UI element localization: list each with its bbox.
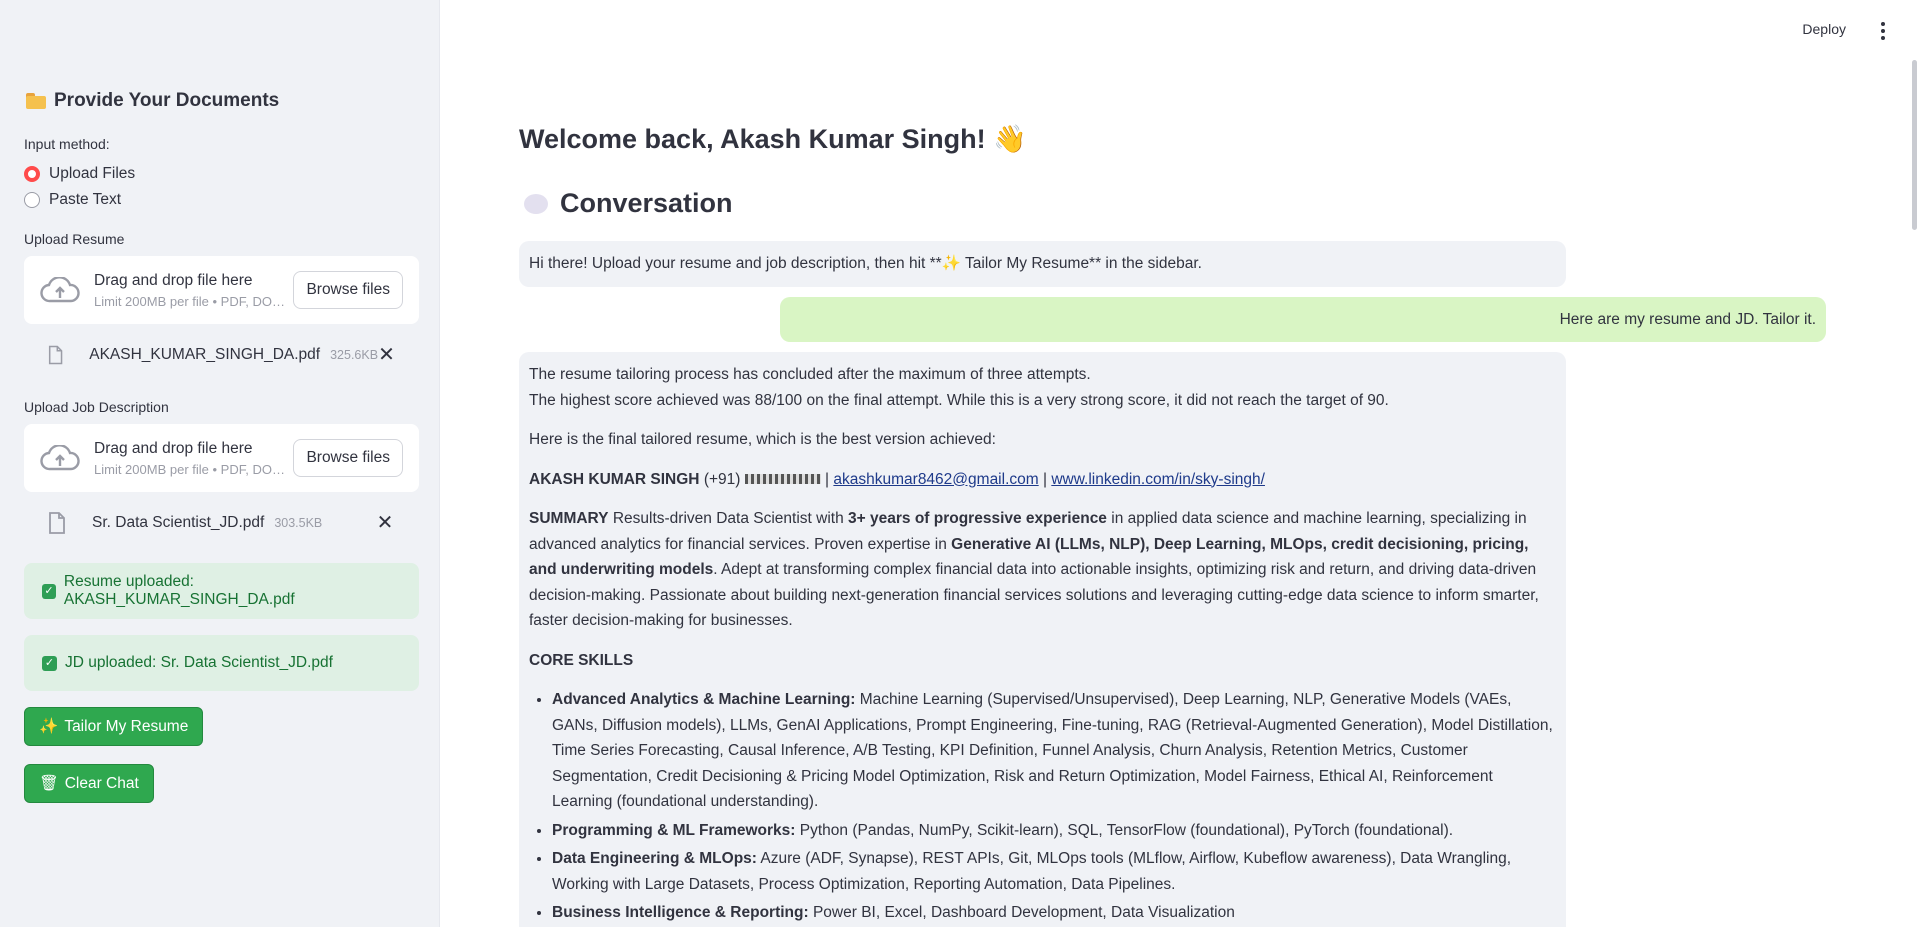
file-name: AKASH_KUMAR_SINGH_DA.pdf bbox=[89, 346, 321, 363]
skill-label: Business Intelligence & Reporting: bbox=[552, 904, 809, 921]
message-intro: Here is the final tailored resume, which… bbox=[529, 431, 996, 448]
linkedin-link[interactable]: www.linkedin.com/in/sky-singh/ bbox=[1051, 471, 1265, 488]
file-size: 325.6KB bbox=[330, 348, 379, 362]
dropzone-text: Drag and drop file here Limit 200MB per … bbox=[94, 440, 293, 477]
file-size: 303.5KB bbox=[274, 516, 323, 530]
assistant-message: Hi there! Upload your resume and job des… bbox=[519, 241, 1566, 287]
message-line: The highest score achieved was 88/100 on… bbox=[529, 391, 1389, 409]
check-icon: ✓ bbox=[42, 583, 56, 599]
sparkles-icon: ✨ bbox=[39, 718, 59, 735]
sidebar-title: Provide Your Documents bbox=[26, 90, 279, 112]
button-label: Clear Chat bbox=[64, 774, 139, 792]
close-icon[interactable]: ✕ bbox=[375, 513, 395, 533]
app-root: Provide Your Documents Input method: Upl… bbox=[0, 0, 1919, 927]
skill-label: Programming & ML Frameworks: bbox=[552, 821, 796, 839]
resume-name: AKASH KUMAR SINGH bbox=[529, 470, 700, 488]
success-text: Resume uploaded: AKASH_KUMAR_SINGH_DA.pd… bbox=[63, 573, 295, 608]
dropzone-main-text: Drag and drop file here bbox=[94, 439, 253, 457]
file-icon bbox=[48, 345, 63, 365]
check-icon: ✓ bbox=[42, 655, 57, 671]
welcome-heading: Welcome back, Akash Kumar Singh! 👋 bbox=[519, 124, 1027, 154]
list-item: Data Engineering & MLOps: Azure (ADF, Sy… bbox=[552, 846, 1556, 897]
jd-file-item: Sr. Data Scientist_JD.pdf 303.5KB ✕ bbox=[24, 503, 419, 543]
folder-icon bbox=[26, 93, 46, 109]
list-item: Advanced Analytics & Machine Learning: M… bbox=[552, 687, 1556, 815]
button-label: Tailor My Resume bbox=[64, 717, 189, 735]
redacted-phone bbox=[744, 474, 821, 485]
upload-resume-label: Upload Resume bbox=[24, 231, 125, 247]
skill-label: Data Engineering & MLOps: bbox=[552, 850, 757, 867]
tailor-resume-button[interactable]: ✨ Tailor My Resume bbox=[24, 707, 204, 746]
list-item: Programming & ML Frameworks: Python (Pan… bbox=[552, 818, 1556, 844]
file-icon bbox=[49, 512, 65, 534]
speech-bubble-icon bbox=[524, 193, 548, 214]
message-line: The resume tailoring process has conclud… bbox=[529, 366, 1091, 383]
file-name: Sr. Data Scientist_JD.pdf bbox=[92, 514, 265, 531]
summary-label: SUMMARY bbox=[529, 510, 609, 527]
summary-paragraph: SUMMARY Results-driven Data Scientist wi… bbox=[529, 506, 1556, 634]
dropzone-text: Drag and drop file here Limit 200MB per … bbox=[94, 272, 293, 309]
summary-bold: 3+ years of progressive experience bbox=[848, 510, 1107, 527]
cloud-upload-icon bbox=[40, 277, 80, 303]
radio-label: Upload Files bbox=[49, 165, 136, 182]
dropzone-limit-text: Limit 200MB per file • PDF, DO… bbox=[94, 293, 285, 309]
email-link[interactable]: akashkumar8462@gmail.com bbox=[833, 471, 1038, 488]
skill-text: Power BI, Excel, Dashboard Development, … bbox=[808, 904, 1235, 921]
deploy-button[interactable]: Deploy bbox=[1802, 21, 1846, 37]
core-skills-label: CORE SKILLS bbox=[529, 651, 634, 669]
trash-icon: 🗑 bbox=[39, 775, 59, 792]
jd-success-alert: ✓ JD uploaded: Sr. Data Scientist_JD.pdf bbox=[24, 635, 419, 691]
skill-text: Machine Learning (Supervised/Unsupervise… bbox=[552, 691, 1553, 810]
upload-jd-label: Upload Job Description bbox=[24, 399, 169, 415]
user-message: Here are my resume and JD. Tailor it. bbox=[780, 297, 1826, 342]
sidebar-title-text: Provide Your Documents bbox=[54, 90, 280, 111]
radio-upload-files[interactable]: Upload Files bbox=[24, 165, 135, 183]
more-menu-icon[interactable] bbox=[1881, 22, 1885, 40]
browse-files-button[interactable]: Browse files bbox=[293, 271, 403, 309]
main-content: Deploy Welcome back, Akash Kumar Singh! … bbox=[440, 0, 1919, 927]
resume-contact-line: AKASH KUMAR SINGH (+91) | akashkumar8462… bbox=[529, 470, 1265, 488]
input-method-label: Input method: bbox=[24, 136, 110, 152]
conversation-title: Conversation bbox=[560, 188, 733, 218]
assistant-message: The resume tailoring process has conclud… bbox=[519, 352, 1566, 927]
cloud-upload-icon bbox=[40, 445, 80, 471]
radio-unselected-icon bbox=[24, 192, 40, 208]
phone-prefix: (+91) bbox=[703, 470, 741, 488]
success-text: JD uploaded: Sr. Data Scientist_JD.pdf bbox=[65, 654, 333, 671]
skill-label: Advanced Analytics & Machine Learning: bbox=[552, 691, 856, 708]
summary-text: Results-driven Data Scientist with bbox=[612, 510, 844, 527]
list-item: Business Intelligence & Reporting: Power… bbox=[552, 900, 1556, 926]
dropzone-main-text: Drag and drop file here bbox=[94, 271, 253, 289]
scrollbar[interactable] bbox=[1911, 0, 1919, 927]
resume-file-item: AKASH_KUMAR_SINGH_DA.pdf 325.6KB ✕ bbox=[24, 335, 419, 375]
scrollbar-thumb[interactable] bbox=[1912, 60, 1917, 230]
skill-text: Python (Pandas, NumPy, Scikit-learn), SQ… bbox=[795, 821, 1454, 839]
skills-list: Advanced Analytics & Machine Learning: M… bbox=[552, 687, 1556, 926]
radio-label: Paste Text bbox=[49, 191, 122, 208]
resume-dropzone[interactable]: Drag and drop file here Limit 200MB per … bbox=[24, 256, 419, 324]
jd-dropzone[interactable]: Drag and drop file here Limit 200MB per … bbox=[24, 424, 419, 492]
dropzone-limit-text: Limit 200MB per file • PDF, DO… bbox=[94, 461, 285, 477]
core-skills-heading: CORE SKILLS bbox=[529, 648, 1556, 674]
sidebar: Provide Your Documents Input method: Upl… bbox=[0, 0, 440, 927]
browse-files-button[interactable]: Browse files bbox=[293, 439, 403, 477]
conversation-heading: Conversation bbox=[524, 188, 733, 219]
clear-chat-button[interactable]: 🗑 Clear Chat bbox=[24, 764, 154, 803]
close-icon[interactable]: ✕ bbox=[378, 345, 395, 365]
resume-success-alert: ✓ Resume uploaded: AKASH_KUMAR_SINGH_DA.… bbox=[24, 563, 419, 619]
radio-paste-text[interactable]: Paste Text bbox=[24, 191, 121, 209]
radio-selected-icon bbox=[24, 166, 40, 182]
